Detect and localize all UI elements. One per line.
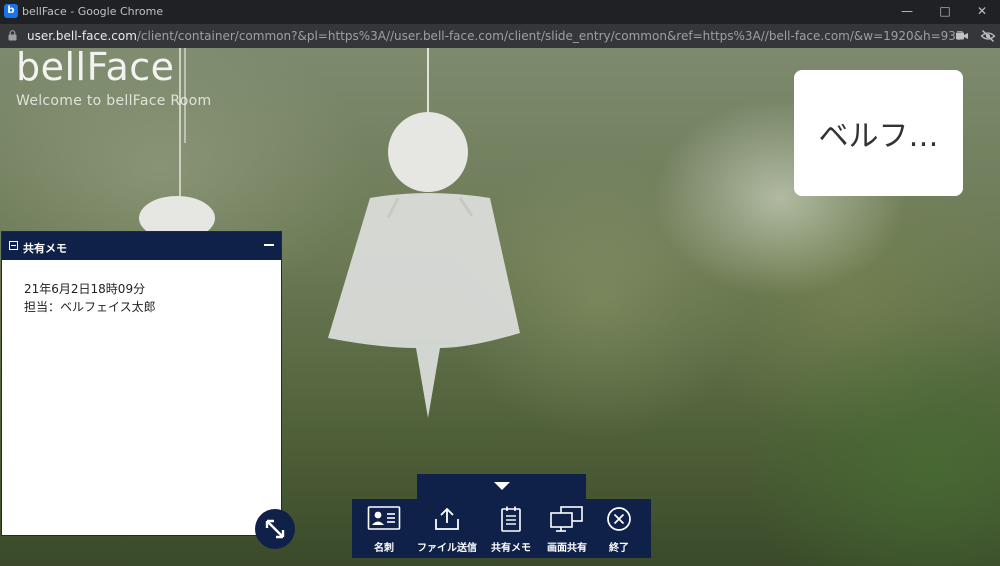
end-button[interactable]: 終了 — [599, 499, 639, 558]
end-label: 終了 — [609, 543, 629, 554]
shared-memo-button[interactable]: 共有メモ — [487, 499, 535, 558]
minimize-icon[interactable]: — — [891, 0, 923, 24]
upload-icon — [435, 507, 459, 530]
expand-arrows-icon — [265, 519, 285, 539]
screen-share-icon — [550, 506, 583, 532]
shared-memo-title: 共有メモ — [23, 242, 67, 255]
memo-line-date: 21年6月2日18時09分 — [24, 282, 146, 296]
bottom-toolbar: 名刺 ファイル送信 共有メモ 画面共有 終了 — [352, 499, 651, 558]
name-card-overlay: ベルフ… — [794, 70, 963, 196]
close-icon[interactable]: ✕ — [966, 0, 998, 24]
maximize-icon[interactable]: □ — [929, 0, 961, 24]
notepad-icon — [501, 506, 521, 532]
expand-button[interactable] — [255, 509, 295, 549]
lock-icon — [8, 30, 17, 41]
screen-share-label: 画面共有 — [547, 543, 587, 554]
browser-title-bar: b bellFace - Google Chrome — □ ✕ — [0, 0, 1000, 24]
camera-icon[interactable] — [954, 28, 970, 44]
shared-memo-label: 共有メモ — [491, 543, 531, 554]
welcome-text: Welcome to bellFace Room — [16, 93, 212, 109]
window-icon — [9, 241, 18, 250]
shared-memo-content[interactable]: 21年6月2日18時09分 担当：ベルフェイス太郎 — [24, 280, 156, 316]
business-card-icon — [367, 506, 401, 530]
file-send-button[interactable]: ファイル送信 — [412, 499, 482, 558]
close-circle-icon — [607, 507, 631, 531]
shared-memo-panel: 共有メモ 21年6月2日18時09分 担当：ベルフェイス太郎 — [1, 231, 282, 536]
business-card-button[interactable]: 名刺 — [362, 499, 406, 558]
bellface-logo: bellFace — [16, 45, 175, 89]
business-card-label: 名刺 — [374, 543, 394, 554]
eye-off-icon[interactable] — [980, 28, 996, 44]
caret-down-icon — [494, 482, 510, 490]
toolbar-collapse-tab[interactable] — [417, 474, 586, 499]
url-text[interactable]: user.bell-face.com/client/container/comm… — [27, 29, 964, 43]
window-title: bellFace - Google Chrome — [22, 5, 164, 18]
screen-share-button[interactable]: 画面共有 — [542, 499, 592, 558]
memo-line-staff: 担当：ベルフェイス太郎 — [24, 300, 156, 314]
file-send-label: ファイル送信 — [417, 543, 477, 554]
shared-memo-header[interactable]: 共有メモ — [2, 232, 281, 260]
minimize-memo-icon[interactable] — [264, 244, 274, 246]
name-card-text: ベルフ… — [818, 119, 939, 154]
bellface-favicon-icon: b — [4, 4, 18, 18]
teru-teru-bozu-doll — [328, 48, 520, 418]
